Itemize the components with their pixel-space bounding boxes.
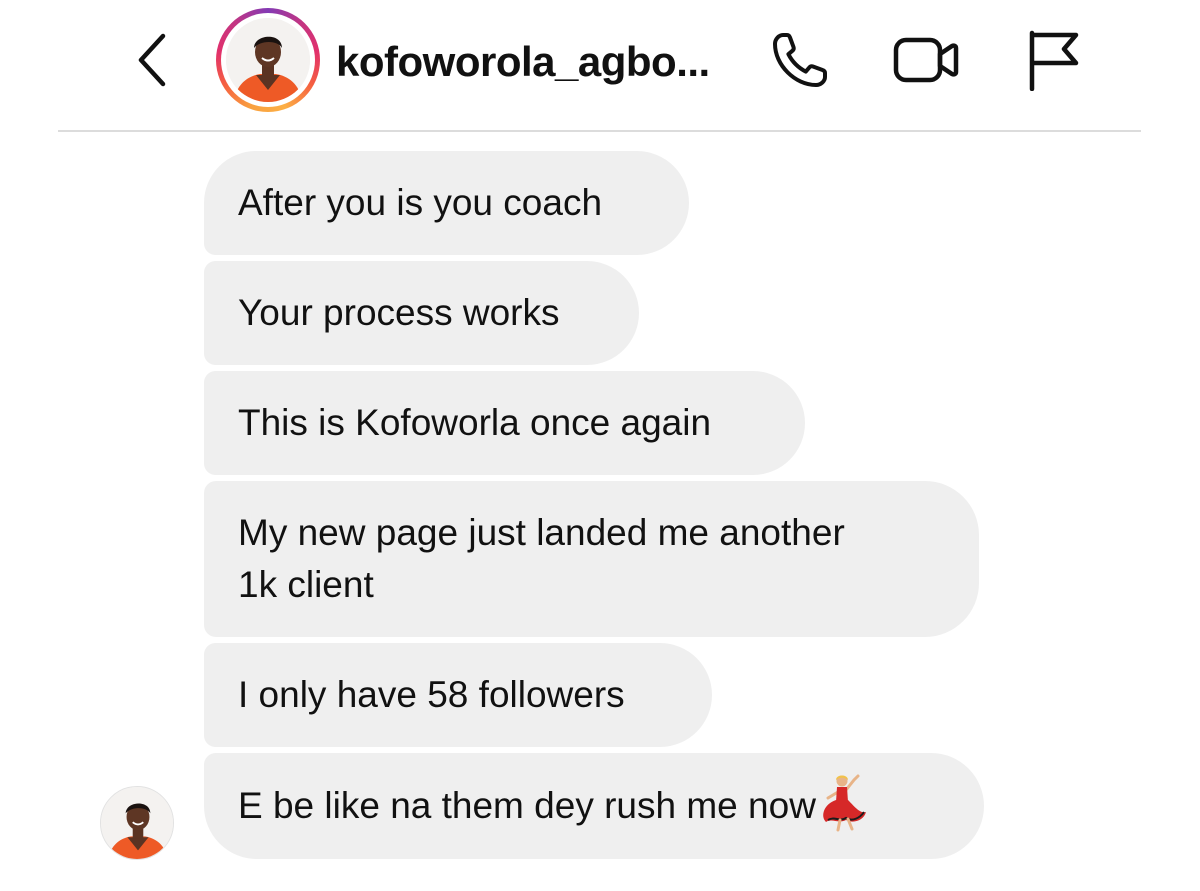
message-bubble[interactable]: E be like na them dey rush me now: [204, 753, 984, 859]
avatar-photo-icon: [226, 18, 310, 102]
message-text: My new page just landed me another 1k cl…: [238, 507, 845, 611]
header-divider: [58, 130, 1141, 132]
flag-icon: [1029, 30, 1079, 91]
message-bubble[interactable]: After you is you coach: [204, 151, 689, 255]
message-text-line: 1k client: [238, 564, 374, 605]
chat-username[interactable]: kofoworola_agbo...: [336, 36, 710, 88]
message-text: Your process works: [238, 292, 560, 333]
message-bubble[interactable]: Your process works: [204, 261, 639, 365]
video-camera-icon: [893, 37, 959, 83]
message-text: After you is you coach: [238, 182, 603, 223]
back-button[interactable]: [128, 32, 176, 88]
sender-avatar[interactable]: [100, 786, 174, 860]
video-call-button[interactable]: [892, 26, 960, 94]
phone-icon: [773, 33, 827, 87]
message-bubble[interactable]: My new page just landed me another 1k cl…: [204, 481, 979, 637]
chat-header: kofoworola_agbo...: [0, 0, 1200, 132]
woman-dancing-icon: [823, 774, 866, 832]
report-flag-button[interactable]: [1018, 26, 1086, 94]
message-bubble[interactable]: This is Kofoworla once again: [204, 371, 805, 475]
audio-call-button[interactable]: [766, 26, 834, 94]
message-text: This is Kofoworla once again: [238, 402, 712, 443]
profile-avatar-story-ring[interactable]: [216, 8, 320, 112]
avatar-photo-icon: [101, 787, 173, 859]
message-bubble[interactable]: I only have 58 followers: [204, 643, 712, 747]
message-text: E be like na them dey rush me now: [238, 785, 816, 826]
message-text: I only have 58 followers: [238, 674, 625, 715]
message-text-line: My new page just landed me another: [238, 512, 845, 553]
avatar: [226, 18, 310, 102]
chevron-left-icon: [138, 33, 166, 87]
